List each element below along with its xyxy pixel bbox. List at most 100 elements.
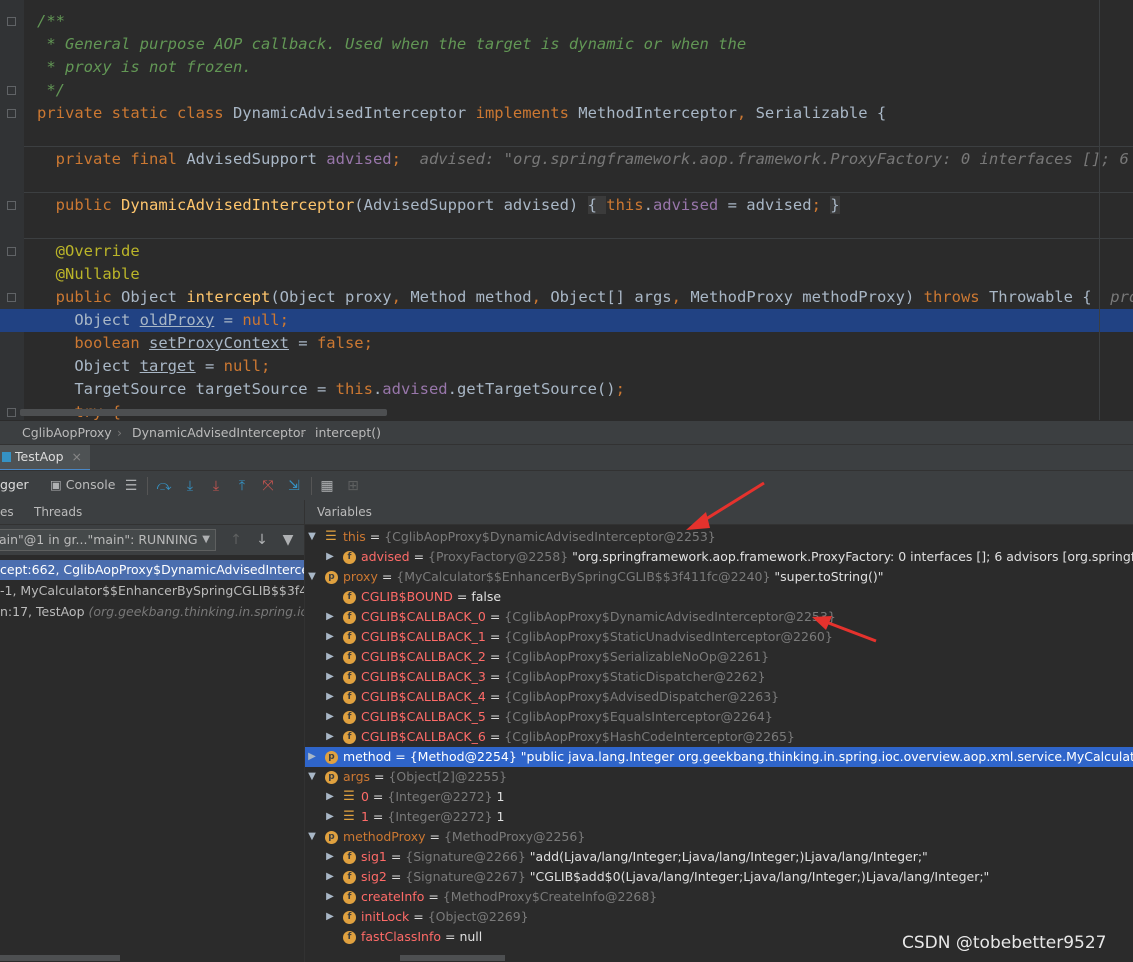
expand-icon[interactable]: ▶ <box>325 907 335 927</box>
expand-icon[interactable]: ▶ <box>325 687 335 707</box>
variable-row[interactable]: f CGLIB$BOUND = false <box>305 587 1133 607</box>
code-line[interactable]: @Nullable <box>0 263 1133 286</box>
expand-icon[interactable]: ▶ <box>325 787 335 807</box>
breadcrumb-item-method[interactable]: intercept() <box>315 421 381 445</box>
editor-horizontal-scrollbar[interactable] <box>20 409 387 416</box>
variable-row[interactable]: ▼ p proxy = {MyCalculator$$EnhancerBySprin… <box>305 567 1133 587</box>
collapse-icon[interactable]: ▼ <box>307 567 317 587</box>
tab-console-label: Console <box>65 477 116 492</box>
arrow-down-icon[interactable]: ↓ <box>253 531 271 549</box>
tab-threads[interactable]: Threads <box>34 500 82 524</box>
variable-row[interactable]: ▼ p methodProxy = {MethodProxy@2256} <box>305 827 1133 847</box>
step-over-icon[interactable]: ⤼ <box>155 477 173 495</box>
frame-row[interactable]: n:17, TestAop (org.geekbang.thinking.in.… <box>0 602 304 622</box>
variable-row[interactable]: ▶ f createInfo = {MethodProxy$CreateInfo@2… <box>305 887 1133 907</box>
variable-name: CGLIB$BOUND <box>361 589 453 604</box>
expand-icon[interactable]: ▶ <box>307 747 317 767</box>
method-separator <box>24 146 1133 147</box>
variable-row[interactable]: ▼ p args = {Object[2]@2255} <box>305 767 1133 787</box>
variable-row[interactable]: ▶ ☰ 0 = {Integer@2272} 1 <box>305 787 1133 807</box>
parameter-icon: p <box>325 571 338 584</box>
code-line[interactable]: */ <box>0 79 1133 102</box>
variable-row[interactable]: ▶ f CGLIB$CALLBACK_6 = {CglibAopProxy$Hash… <box>305 727 1133 747</box>
code-line[interactable]: /** <box>0 10 1133 33</box>
variable-row[interactable]: ▶ p method = {Method@2254} "public java.la… <box>305 747 1133 767</box>
expand-icon[interactable]: ▶ <box>325 607 335 627</box>
expand-icon[interactable]: ▶ <box>325 627 335 647</box>
arrow-up-icon[interactable]: ↑ <box>227 531 245 549</box>
drop-frame-icon[interactable]: ⤧ <box>259 477 277 495</box>
expand-icon[interactable]: ▶ <box>325 667 335 687</box>
tab-debugger[interactable]: gger <box>0 477 29 492</box>
equals-sign: = <box>452 589 472 604</box>
tab-testaop[interactable]: TestAop × <box>0 445 90 472</box>
variable-row[interactable]: ▶ f CGLIB$CALLBACK_4 = {CglibAopProxy$Advi… <box>305 687 1133 707</box>
trace-icon[interactable]: ⊞ <box>344 477 362 495</box>
frame-row[interactable]: cept:662, CglibAopProxy$DynamicAdvisedIn… <box>0 560 304 580</box>
variable-row[interactable]: ▶ f CGLIB$CALLBACK_0 = {CglibAopProxy$Dyna… <box>305 607 1133 627</box>
expand-icon[interactable]: ▶ <box>325 707 335 727</box>
collapse-icon[interactable]: ▼ <box>307 767 317 787</box>
expand-icon[interactable]: ▶ <box>325 547 335 567</box>
variable-type: {CglibAopProxy$StaticUnadvisedIntercepto… <box>504 629 833 644</box>
variable-row[interactable]: ▶ f CGLIB$CALLBACK_1 = {CglibAopProxy$Stat… <box>305 627 1133 647</box>
expand-icon[interactable]: ▶ <box>325 807 335 827</box>
variable-name: initLock <box>361 909 410 924</box>
step-out-icon[interactable]: ⤒ <box>233 477 251 495</box>
collapse-icon[interactable]: ▼ <box>307 527 317 547</box>
variable-row[interactable]: ▶ f sig2 = {Signature@2267} "CGLIB$add$0(L… <box>305 867 1133 887</box>
step-into-icon[interactable]: ⤓ <box>181 477 199 495</box>
expand-icon[interactable]: ▶ <box>325 847 335 867</box>
code-line[interactable]: Object oldProxy = null; <box>0 309 1133 332</box>
code-line[interactable]: public Object intercept(Object proxy, Me… <box>0 286 1133 309</box>
tab-frames[interactable]: es <box>0 500 14 524</box>
expand-icon[interactable]: ▶ <box>325 727 335 747</box>
expand-icon[interactable]: ▶ <box>325 887 335 907</box>
code-editor[interactable]: /** * General purpose AOP callback. Used… <box>0 0 1133 420</box>
code-token: MethodProxy methodProxy) <box>690 288 924 306</box>
frames-horizontal-scrollbar[interactable] <box>0 955 120 961</box>
equals-sign: = <box>368 809 388 824</box>
code-line[interactable]: TargetSource targetSource = this.advised… <box>0 378 1133 401</box>
code-line[interactable]: public DynamicAdvisedInterceptor(Advised… <box>0 194 1133 217</box>
expand-icon[interactable]: ▶ <box>325 867 335 887</box>
close-icon[interactable]: × <box>72 449 82 464</box>
collapse-icon[interactable]: ▼ <box>307 827 317 847</box>
layout-icon[interactable]: ☰ <box>122 477 140 495</box>
code-token: Throwable { <box>988 288 1101 306</box>
code-token: implements <box>475 104 579 122</box>
run-to-cursor-icon[interactable]: ⇲ <box>285 477 303 495</box>
tab-console[interactable]: ▣ Console <box>50 477 115 492</box>
variables-horizontal-scrollbar[interactable] <box>400 955 505 961</box>
variable-row[interactable]: ▶ f advised = {ProxyFactory@2258} "org.spr… <box>305 547 1133 567</box>
variable-row[interactable]: ▶ f CGLIB$CALLBACK_3 = {CglibAopProxy$Stat… <box>305 667 1133 687</box>
code-token: (AdvisedSupport advised) <box>354 196 588 214</box>
frame-package: (org.geekbang.thinking.in.spring.ioc.ov <box>88 604 305 619</box>
expand-icon[interactable]: ▶ <box>325 647 335 667</box>
filter-icon[interactable]: ▼ <box>279 531 297 549</box>
force-step-into-icon[interactable]: ⤓ <box>207 477 225 495</box>
variable-row[interactable]: ▶ f initLock = {Object@2269} <box>305 907 1133 927</box>
code-line[interactable]: * General purpose AOP callback. Used whe… <box>0 33 1133 56</box>
code-line[interactable]: boolean setProxyContext = false; <box>0 332 1133 355</box>
code-line[interactable] <box>0 171 1133 194</box>
variable-type: {Object[2]@2255} <box>388 769 508 784</box>
code-line[interactable]: private static class DynamicAdvisedInter… <box>0 102 1133 125</box>
list-icon: ☰ <box>343 809 355 824</box>
code-line[interactable]: @Override <box>0 240 1133 263</box>
variable-row[interactable]: ▶ f sig1 = {Signature@2266} "add(Ljava/lan… <box>305 847 1133 867</box>
evaluate-expression-icon[interactable]: ▦ <box>318 477 336 495</box>
code-line[interactable]: Object target = null; <box>0 355 1133 378</box>
code-line[interactable] <box>0 125 1133 148</box>
breadcrumb-item-inner-class[interactable]: DynamicAdvisedInterceptor <box>132 421 306 445</box>
variable-row[interactable]: ▶ f CGLIB$CALLBACK_2 = {CglibAopProxy$Seri… <box>305 647 1133 667</box>
code-token: Object <box>37 357 140 375</box>
code-line[interactable]: * proxy is not frozen. <box>0 56 1133 79</box>
thread-select[interactable]: ain"@1 in gr..."main": RUNNING ▼ <box>0 529 216 551</box>
frame-row[interactable]: -1, MyCalculator$$EnhancerBySpringCGLIB$… <box>0 581 304 601</box>
code-line[interactable]: private final AdvisedSupport advised; ad… <box>0 148 1133 171</box>
variable-row[interactable]: ▶ f CGLIB$CALLBACK_5 = {CglibAopProxy$Equa… <box>305 707 1133 727</box>
code-line[interactable] <box>0 217 1133 240</box>
variable-row[interactable]: ▶ ☰ 1 = {Integer@2272} 1 <box>305 807 1133 827</box>
breadcrumb-item-class[interactable]: CglibAopProxy <box>22 421 112 445</box>
